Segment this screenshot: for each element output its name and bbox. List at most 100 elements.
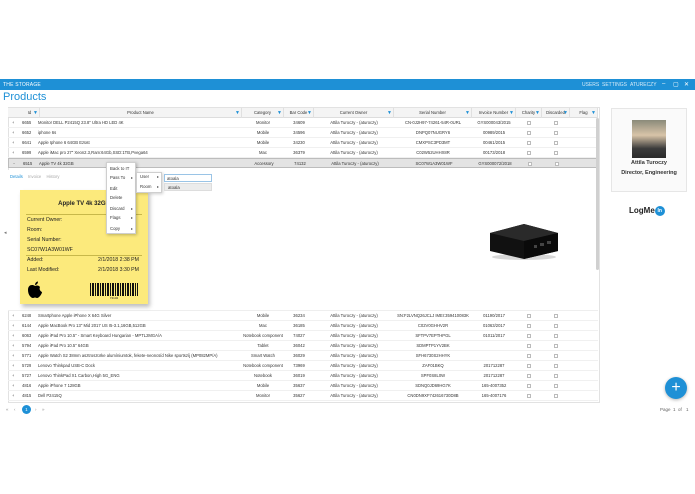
- menu-item-flags[interactable]: Flags: [110, 215, 121, 220]
- expand-icon[interactable]: +: [12, 148, 14, 158]
- table-row[interactable]: + 5771 Apple Watch S2 38mm asztroszürke …: [8, 351, 598, 361]
- menu-item-copy[interactable]: Copy: [110, 226, 120, 231]
- first-page-icon[interactable]: «: [6, 407, 9, 412]
- maximize-button[interactable]: ▢: [673, 81, 679, 88]
- col-charity[interactable]: Charity ▼: [516, 108, 542, 118]
- submenu-item-user[interactable]: User: [140, 174, 149, 179]
- collapse-icon[interactable]: −: [13, 159, 15, 169]
- discarded-checkbox[interactable]: [554, 354, 558, 358]
- discarded-checkbox[interactable]: [554, 131, 558, 135]
- discarded-checkbox[interactable]: [554, 344, 558, 348]
- discarded-checkbox[interactable]: [554, 141, 558, 145]
- discarded-checkbox[interactable]: [554, 151, 558, 155]
- charity-checkbox[interactable]: [527, 374, 531, 378]
- table-row[interactable]: + 6599 Apple iMac pro 27" Xeon2.3,Ram:64…: [8, 148, 598, 158]
- table-row[interactable]: + 6144 Apple MacBook Pro 13" Mid 2017 US…: [8, 321, 598, 331]
- filter-icon[interactable]: ▼: [277, 108, 282, 118]
- menu-settings[interactable]: SETTINGS: [602, 82, 627, 88]
- table-row[interactable]: + 5727 Lenovo ThinkPad X1 Carbon,High 5G…: [8, 371, 598, 381]
- charity-checkbox[interactable]: [527, 151, 531, 155]
- filter-icon[interactable]: ▼: [235, 108, 240, 118]
- col-barcode[interactable]: Bar Code ▼: [284, 108, 314, 118]
- discarded-checkbox[interactable]: [554, 121, 558, 125]
- charity-checkbox[interactable]: [527, 364, 531, 368]
- menu-item-edit[interactable]: Edit: [110, 186, 117, 191]
- filter-icon[interactable]: ▼: [591, 108, 596, 118]
- expand-icon[interactable]: +: [12, 371, 14, 381]
- table-row[interactable]: + 5794 Apple iPad Pro 10.5" 64GB Tablet …: [8, 341, 598, 351]
- expand-icon[interactable]: +: [12, 321, 14, 331]
- minimize-button[interactable]: –: [662, 81, 665, 87]
- table-row[interactable]: + 4816 Apple iPhone 7 128GB Mobile 35637…: [8, 381, 598, 391]
- col-flag[interactable]: Flag ▼: [570, 108, 598, 118]
- col-product-name[interactable]: Product Name ▼: [40, 108, 242, 118]
- discarded-checkbox[interactable]: [554, 314, 558, 318]
- prev-page-icon[interactable]: ‹: [14, 407, 16, 412]
- menu-users[interactable]: USERS: [582, 82, 599, 88]
- col-id[interactable]: Id ▼: [20, 108, 40, 118]
- expand-icon[interactable]: +: [12, 118, 14, 128]
- discarded-checkbox[interactable]: [554, 364, 558, 368]
- user-search-input[interactable]: atoala: [164, 174, 212, 182]
- tab-history[interactable]: History: [46, 174, 59, 179]
- tab-invoice[interactable]: Invoice: [28, 174, 41, 179]
- charity-checkbox[interactable]: [528, 162, 532, 166]
- discarded-checkbox[interactable]: [554, 324, 558, 328]
- filter-icon[interactable]: ▼: [307, 108, 312, 118]
- filter-icon[interactable]: ▼: [535, 108, 540, 118]
- col-owner[interactable]: Current Owner ▼: [314, 108, 394, 118]
- discarded-checkbox[interactable]: [555, 162, 559, 166]
- expand-icon[interactable]: +: [12, 361, 14, 371]
- filter-icon[interactable]: ▼: [509, 108, 514, 118]
- charity-checkbox[interactable]: [527, 384, 531, 388]
- charity-checkbox[interactable]: [527, 354, 531, 358]
- expand-icon[interactable]: +: [12, 128, 14, 138]
- menu-item-pass-to[interactable]: Pass To: [110, 175, 125, 180]
- expand-icon[interactable]: +: [12, 341, 14, 351]
- discarded-checkbox[interactable]: [554, 334, 558, 338]
- table-row[interactable]: + 6655 Monitor DELL P2415Q 23.8" Ultra H…: [8, 118, 598, 128]
- filter-icon[interactable]: ▼: [33, 108, 38, 118]
- add-product-button[interactable]: +: [665, 377, 687, 399]
- last-page-icon[interactable]: »: [42, 407, 45, 412]
- menu-item-discard[interactable]: Discard: [110, 206, 125, 211]
- charity-checkbox[interactable]: [527, 344, 531, 348]
- col-invoice[interactable]: Invoice Number ▼: [472, 108, 516, 118]
- user-suggestion-item[interactable]: atoala: [164, 183, 212, 191]
- charity-checkbox[interactable]: [527, 121, 531, 125]
- charity-checkbox[interactable]: [527, 394, 531, 398]
- expand-icon[interactable]: +: [12, 351, 14, 361]
- charity-checkbox[interactable]: [527, 314, 531, 318]
- col-discarded[interactable]: Discarded ▼: [542, 108, 570, 118]
- menu-item-back-to-it[interactable]: Back to IT: [110, 166, 129, 171]
- page-input[interactable]: 1: [673, 407, 676, 412]
- charity-checkbox[interactable]: [527, 334, 531, 338]
- chevron-left-icon[interactable]: ◂: [4, 230, 7, 236]
- table-row[interactable]: + 6652 iphone 6s Mobile 34596 Attila Tur…: [8, 128, 598, 138]
- table-row[interactable]: + 4815 Dell P2415Q Monitor 35627 Attila …: [8, 391, 598, 401]
- table-row[interactable]: + 6248 Smartphone Apple iPhone X 64G Sil…: [8, 311, 598, 321]
- charity-checkbox[interactable]: [527, 131, 531, 135]
- col-serial[interactable]: Serial Number ▼: [394, 108, 472, 118]
- expand-icon[interactable]: +: [12, 138, 14, 148]
- discarded-checkbox[interactable]: [554, 374, 558, 378]
- current-page-button[interactable]: 1: [22, 405, 31, 414]
- discarded-checkbox[interactable]: [554, 384, 558, 388]
- menu-item-delete[interactable]: Delete: [110, 195, 122, 200]
- expand-icon[interactable]: +: [12, 391, 14, 401]
- table-row-selected[interactable]: − 6515 Apple TV 4k 32GB Accessory 74132 …: [8, 158, 598, 168]
- table-row[interactable]: + 6641 Apple Iphone 6 64GB Ezüst Mobile …: [8, 138, 598, 148]
- tab-details[interactable]: Details: [10, 174, 23, 179]
- filter-icon[interactable]: ▼: [465, 108, 470, 118]
- next-page-icon[interactable]: ›: [35, 407, 37, 412]
- charity-checkbox[interactable]: [527, 141, 531, 145]
- submenu-item-room[interactable]: Room: [140, 184, 151, 189]
- filter-icon[interactable]: ▼: [563, 108, 568, 118]
- expand-icon[interactable]: +: [12, 381, 14, 391]
- filter-icon[interactable]: ▼: [387, 108, 392, 118]
- close-button[interactable]: ✕: [684, 81, 689, 88]
- table-row[interactable]: + 6063 Apple iPad Pro 10.5" - Smart Keyb…: [8, 331, 598, 341]
- charity-checkbox[interactable]: [527, 324, 531, 328]
- col-category[interactable]: Category ▼: [242, 108, 284, 118]
- expand-icon[interactable]: +: [12, 311, 14, 321]
